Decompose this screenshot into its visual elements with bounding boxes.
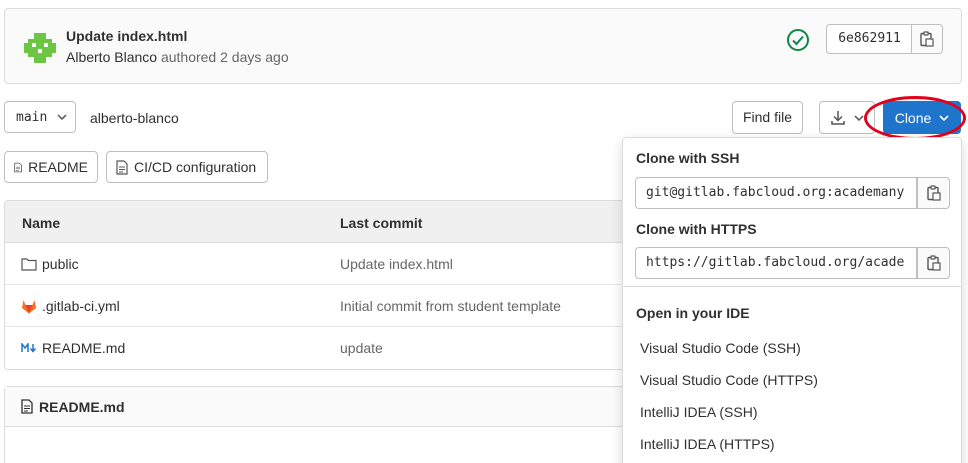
chevron-down-icon	[57, 114, 67, 120]
markdown-icon	[21, 340, 37, 356]
branch-name: main	[16, 109, 48, 125]
dropdown-divider	[623, 286, 961, 287]
open-in-ide-label: Open in your IDE	[636, 305, 750, 321]
file-last-commit-link[interactable]: Initial commit from student template	[340, 298, 561, 314]
pipeline-passed-icon[interactable]	[786, 28, 810, 52]
ide-item-intellij-ssh[interactable]: IntelliJ IDEA (SSH)	[640, 404, 757, 420]
find-file-button[interactable]: Find file	[732, 101, 803, 134]
column-header-name: Name	[22, 215, 61, 231]
file-name-link[interactable]: .gitlab-ci.yml	[42, 298, 120, 314]
commit-sha[interactable]: 6e862911	[826, 24, 912, 54]
document-icon	[116, 159, 128, 175]
file-name-link[interactable]: README.md	[42, 340, 125, 356]
cicd-configuration-button[interactable]: CI/CD configuration	[106, 151, 268, 183]
copy-https-url-button[interactable]	[917, 247, 950, 279]
file-name-link[interactable]: public	[42, 256, 79, 272]
table-row[interactable]: .gitlab-ci.yml Initial commit from stude…	[5, 285, 623, 327]
chevron-down-icon	[854, 114, 864, 121]
last-commit-panel: Update index.html Alberto Blanco authore…	[4, 8, 962, 84]
ide-item-intellij-https[interactable]: IntelliJ IDEA (HTTPS)	[640, 436, 775, 452]
branch-selector[interactable]: main	[4, 101, 76, 133]
folder-icon	[21, 256, 37, 272]
copy-ssh-url-button[interactable]	[917, 177, 950, 209]
file-last-commit-link[interactable]: update	[340, 340, 383, 356]
document-icon	[21, 399, 33, 414]
table-row[interactable]: README.md update	[5, 327, 623, 369]
ide-item-vscode-https[interactable]: Visual Studio Code (HTTPS)	[640, 372, 818, 388]
file-last-commit-link[interactable]: Update index.html	[340, 256, 453, 272]
ide-item-vscode-ssh[interactable]: Visual Studio Code (SSH)	[640, 340, 801, 356]
document-icon	[14, 162, 22, 172]
commit-author-link[interactable]: Alberto Blanco	[66, 49, 157, 65]
clipboard-icon	[926, 185, 941, 201]
clone-ssh-url-input[interactable]: git@gitlab.fabcloud.org:academany	[635, 177, 917, 209]
clipboard-icon	[926, 255, 941, 271]
file-tree-table: Name Last commit public Update index.htm…	[4, 200, 624, 370]
table-row[interactable]: public Update index.html	[5, 243, 623, 285]
clone-https-label: Clone with HTTPS	[636, 221, 757, 237]
breadcrumb[interactable]: alberto-blanco	[90, 110, 179, 126]
copy-sha-button[interactable]	[911, 24, 943, 54]
readme-shortcut-button[interactable]: README	[4, 151, 98, 183]
clone-ssh-label: Clone with SSH	[636, 150, 740, 166]
commit-meta: Alberto Blanco authored 2 days ago	[66, 49, 289, 65]
gitlab-icon	[21, 298, 37, 314]
commit-title-link[interactable]: Update index.html	[66, 28, 187, 44]
clone-button-label: Clone	[894, 109, 932, 126]
readme-shortcut-label: README	[28, 159, 88, 175]
readme-title: README.md	[39, 398, 125, 415]
download-icon	[831, 110, 845, 125]
readme-header: README.md	[5, 387, 623, 427]
clone-dropdown-menu: Clone with SSH git@gitlab.fabcloud.org:a…	[622, 137, 962, 463]
commit-authored-time: authored 2 days ago	[160, 49, 289, 65]
clone-button[interactable]: Clone	[883, 101, 961, 134]
cicd-configuration-label: CI/CD configuration	[134, 159, 257, 175]
table-header: Name Last commit	[5, 201, 623, 243]
clone-https-url-input[interactable]: https://gitlab.fabcloud.org/acade	[635, 247, 917, 279]
chevron-down-icon	[939, 114, 949, 121]
readme-panel: README.md	[4, 386, 624, 463]
author-avatar[interactable]	[23, 31, 57, 65]
column-header-last-commit: Last commit	[340, 215, 423, 231]
download-button[interactable]	[819, 101, 875, 134]
clipboard-icon	[920, 31, 934, 47]
